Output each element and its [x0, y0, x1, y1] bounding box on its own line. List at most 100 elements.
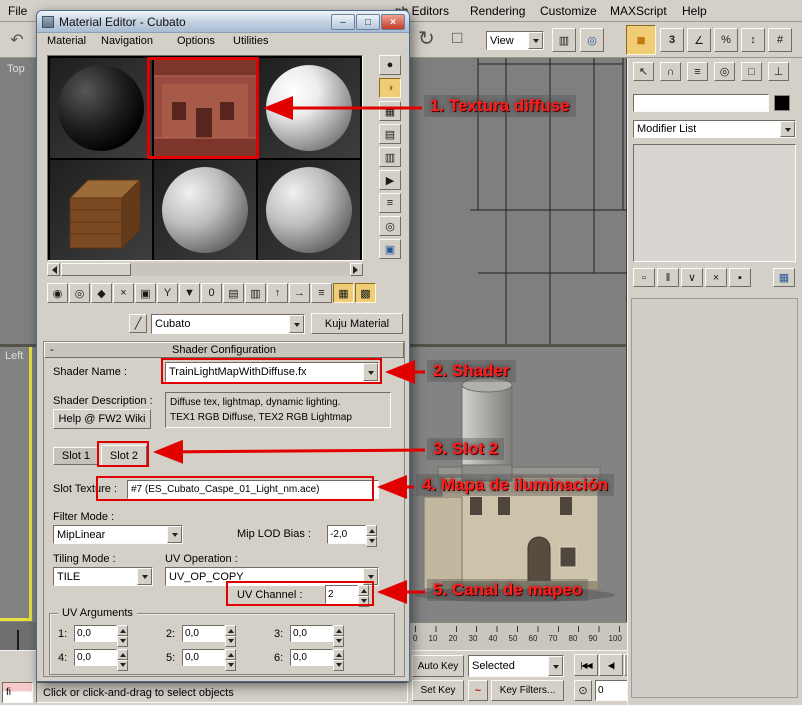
remove-modifier-button[interactable]: × [705, 268, 727, 287]
undo-button[interactable]: ↶ [2, 26, 32, 54]
uv-arg-spinner-3[interactable]: 0,0 [290, 625, 344, 642]
texture-tile-button[interactable]: ▤ [223, 283, 244, 303]
spin-down-icon[interactable] [333, 660, 344, 671]
dropdown-arrow-icon[interactable] [289, 315, 304, 333]
spin-up-icon[interactable] [358, 585, 369, 596]
make-unique-stack-button[interactable]: ∨ [681, 268, 703, 287]
show-map-viewport-button[interactable]: ▦ [333, 283, 354, 303]
tab-display[interactable]: □ [741, 62, 762, 81]
dropdown-arrow-icon[interactable] [780, 121, 795, 137]
toolbar-extra-button[interactable]: # [768, 28, 792, 52]
mip-lod-spinner[interactable]: -2,0 [327, 525, 377, 544]
dropdown-arrow-icon[interactable] [528, 32, 543, 49]
spin-up-icon[interactable] [333, 649, 344, 660]
show-end-result-button[interactable]: ▩ [355, 283, 376, 303]
object-name-input[interactable] [633, 94, 769, 112]
select-scale-icon[interactable]: □ [452, 28, 462, 48]
maxscript-mini-listener[interactable]: fi [2, 682, 33, 703]
material-slot-2-selected[interactable] [154, 58, 256, 158]
menu-maxscript[interactable]: MAXScript [610, 4, 667, 18]
uv-operation-dropdown[interactable]: UV_OP_COPY [165, 567, 379, 586]
material-slot-4[interactable] [50, 160, 152, 260]
material-slot-1[interactable] [50, 58, 152, 158]
scroll-left-icon[interactable] [47, 263, 60, 276]
tab-hierarchy[interactable]: ≡ [687, 62, 708, 81]
tab-utilities[interactable]: ⊥ [768, 62, 789, 81]
time-config-button[interactable]: ⊙ [574, 680, 592, 701]
maximize-button[interactable]: □ [356, 14, 380, 30]
reference-coordinate-dropdown[interactable]: View [486, 31, 544, 50]
uv-arg-spinner-1[interactable]: 0,0 [74, 625, 128, 642]
tab-create[interactable]: ↖ [633, 62, 654, 81]
go-start-button[interactable]: |◀◀ [574, 654, 598, 676]
menu-options[interactable]: Options [177, 35, 215, 47]
material-slot-6[interactable] [258, 160, 360, 260]
modifier-list-dropdown[interactable]: Modifier List [633, 120, 796, 138]
pin-stack-button[interactable]: ▫ [633, 268, 655, 287]
uv-arg-spinner-6[interactable]: 0,0 [290, 649, 344, 666]
put-material-scene-button[interactable]: ◎ [69, 283, 90, 303]
select-manipulate-button[interactable]: ◎ [580, 28, 604, 52]
reset-map-button[interactable]: × [113, 283, 134, 303]
menu-navigation[interactable]: Navigation [101, 35, 153, 47]
spin-up-icon[interactable] [366, 525, 377, 536]
selection-set-dropdown[interactable]: Selected [468, 655, 564, 677]
dropdown-arrow-icon[interactable] [167, 526, 182, 543]
percent-snap-button[interactable]: % [714, 28, 738, 52]
put-to-library-button[interactable]: ▼ [179, 283, 200, 303]
menu-customize[interactable]: Customize [540, 4, 597, 18]
shader-name-dropdown[interactable]: TrainLightMapWithDiffuse.fx [165, 362, 379, 382]
spin-up-icon[interactable] [333, 625, 344, 636]
select-by-material-button[interactable]: ◎ [379, 216, 401, 236]
uv-arg-spinner-2[interactable]: 0,0 [182, 625, 236, 642]
dropdown-arrow-icon[interactable] [137, 568, 152, 585]
tab-modify[interactable]: ∩ [660, 62, 681, 81]
menu-utilities[interactable]: Utilities [233, 35, 268, 47]
slots-scrollbar[interactable] [47, 263, 363, 276]
go-sibling-button[interactable]: → [289, 283, 310, 303]
new-key-tangent-button[interactable]: ~ [468, 680, 488, 701]
stack-extra-button[interactable]: ▪ [729, 268, 751, 287]
get-material-button[interactable]: ◉ [47, 283, 68, 303]
pick-material-button[interactable]: ╱ [129, 314, 147, 333]
spin-up-icon[interactable] [225, 625, 236, 636]
minimize-button[interactable]: – [331, 14, 355, 30]
key-filters-button[interactable]: Key Filters... [491, 680, 564, 701]
spin-down-icon[interactable] [117, 660, 128, 671]
material-options-button[interactable]: ≡ [311, 283, 332, 303]
rollout-collapse-icon[interactable]: - [50, 344, 54, 356]
auto-key-button[interactable]: Auto Key [412, 655, 464, 677]
angle-snap-button[interactable]: ∠ [687, 28, 711, 52]
material-id-button[interactable]: 0 [201, 283, 222, 303]
spin-up-icon[interactable] [117, 649, 128, 660]
spin-down-icon[interactable] [366, 536, 377, 547]
spin-down-icon[interactable] [225, 660, 236, 671]
help-wiki-button[interactable]: Help @ FW2 Wiki [53, 409, 151, 429]
spin-down-icon[interactable] [333, 636, 344, 647]
close-button[interactable]: × [381, 14, 405, 30]
material-editor-window[interactable]: Material Editor - Cubato – □ × Material … [36, 10, 410, 682]
make-copy-button[interactable]: ▣ [135, 283, 156, 303]
filter-mode-dropdown[interactable]: MipLinear [53, 525, 183, 544]
scrollbar-thumb[interactable] [61, 263, 131, 276]
video-color-check-button[interactable]: ▥ [379, 147, 401, 167]
viewport-label-top[interactable]: Top [7, 63, 25, 75]
shader-rollout-header[interactable]: - Shader Configuration [44, 342, 404, 358]
menu-file[interactable]: File [8, 4, 27, 18]
spinner-snap-button[interactable]: ↕ [741, 28, 765, 52]
make-unique-button[interactable]: Y [157, 283, 178, 303]
assign-material-button[interactable]: ◆ [91, 283, 112, 303]
material-navigator-button[interactable]: ▣ [379, 239, 401, 259]
dropdown-arrow-icon[interactable] [363, 568, 378, 585]
uv-arg-spinner-4[interactable]: 0,0 [74, 649, 128, 666]
go-parent-button[interactable]: ↑ [267, 283, 288, 303]
snaps-toggle-button[interactable]: ■ [626, 25, 656, 55]
prev-frame-button[interactable]: ◀| [599, 654, 623, 676]
menu-rendering[interactable]: Rendering [470, 4, 525, 18]
make-preview-button[interactable]: ▶ [379, 170, 401, 190]
uv-channel-spinner[interactable]: 2 [325, 585, 369, 604]
object-color-swatch[interactable] [774, 95, 790, 111]
tab-motion[interactable]: ◎ [714, 62, 735, 81]
video-check-button[interactable]: ▥ [245, 283, 266, 303]
spin-down-icon[interactable] [358, 596, 369, 607]
